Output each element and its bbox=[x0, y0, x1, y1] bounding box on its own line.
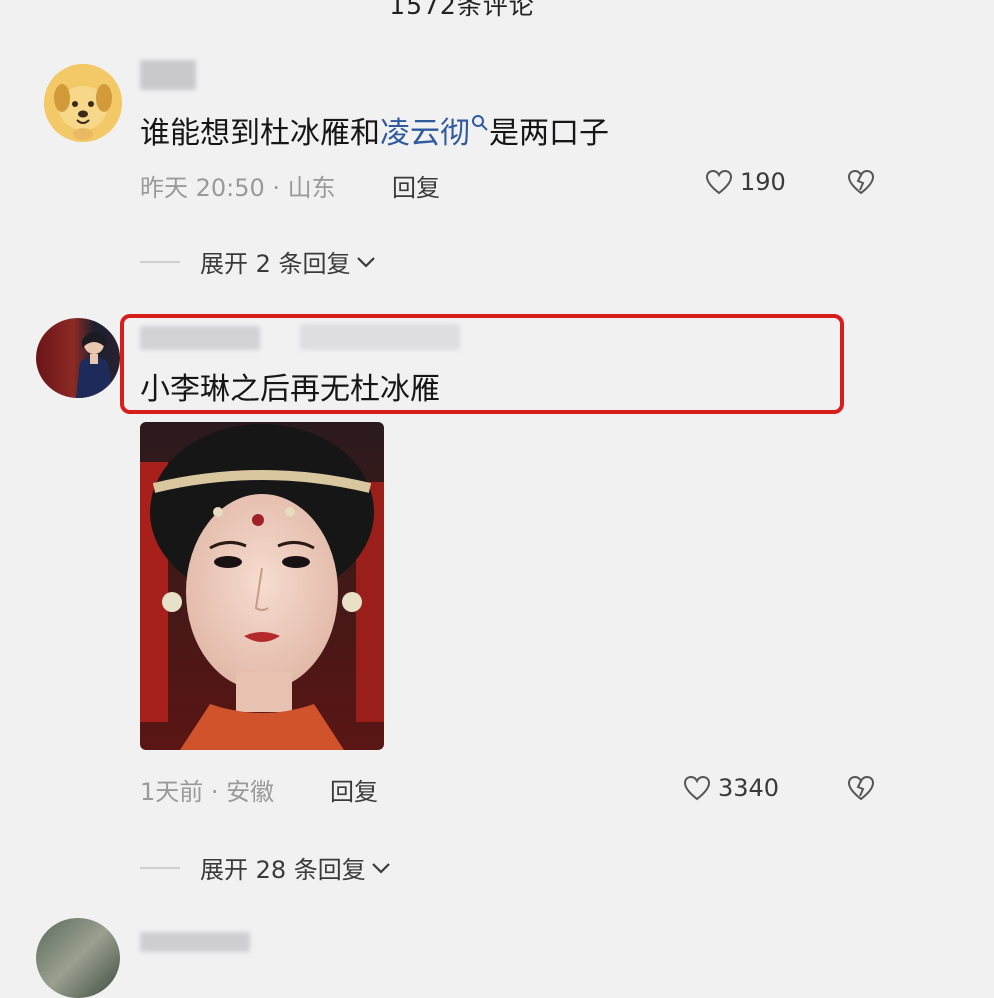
expand-replies-label: 展开 28 条回复 bbox=[200, 856, 366, 884]
username-blurred[interactable] bbox=[140, 932, 250, 952]
like-count: 190 bbox=[740, 168, 786, 196]
heart-outline-icon bbox=[705, 169, 733, 195]
dislike-button[interactable] bbox=[846, 774, 876, 806]
portrait-avatar-icon bbox=[76, 332, 114, 398]
expand-replies[interactable]: 展开 28 条回复 bbox=[140, 850, 392, 885]
dislike-button[interactable] bbox=[846, 168, 876, 200]
highlight-box bbox=[120, 314, 844, 414]
comment-text: 谁能想到杜冰雁和凌云彻 是两口子 bbox=[140, 108, 609, 152]
comment-meta: 昨天 20:50 · 山东 bbox=[140, 174, 336, 202]
reply-button[interactable]: 回复 bbox=[392, 168, 440, 203]
divider bbox=[140, 866, 180, 869]
broken-heart-icon bbox=[847, 775, 875, 801]
comment-meta: 1天前 · 安徽 bbox=[140, 778, 275, 806]
username-blurred[interactable] bbox=[140, 60, 196, 90]
search-icon[interactable] bbox=[471, 114, 489, 132]
avatar[interactable] bbox=[36, 318, 120, 398]
comment-text-part: 是两口子 bbox=[489, 116, 609, 151]
reply-button[interactable]: 回复 bbox=[330, 772, 378, 807]
portrait-photo bbox=[140, 422, 384, 750]
like-button[interactable]: 190 bbox=[704, 168, 786, 196]
avatar[interactable] bbox=[44, 64, 122, 142]
chevron-down-icon bbox=[356, 256, 375, 268]
like-button[interactable]: 3340 bbox=[682, 774, 779, 802]
comment-image[interactable] bbox=[140, 422, 384, 750]
heart-outline-icon bbox=[683, 775, 711, 801]
avatar[interactable] bbox=[36, 918, 120, 998]
expand-replies-label: 展开 2 条回复 bbox=[200, 250, 351, 278]
divider bbox=[140, 260, 180, 263]
keyword-link[interactable]: 凌云彻 bbox=[380, 116, 470, 151]
dog-avatar-icon bbox=[44, 64, 122, 142]
comment-text-part: 谁能想到杜冰雁和 bbox=[140, 116, 380, 151]
expand-replies[interactable]: 展开 2 条回复 bbox=[140, 244, 377, 279]
chevron-down-icon bbox=[372, 862, 390, 874]
comment-count-title: 1572条评论 bbox=[389, 0, 535, 20]
like-count: 3340 bbox=[718, 774, 780, 802]
broken-heart-icon bbox=[847, 169, 875, 195]
